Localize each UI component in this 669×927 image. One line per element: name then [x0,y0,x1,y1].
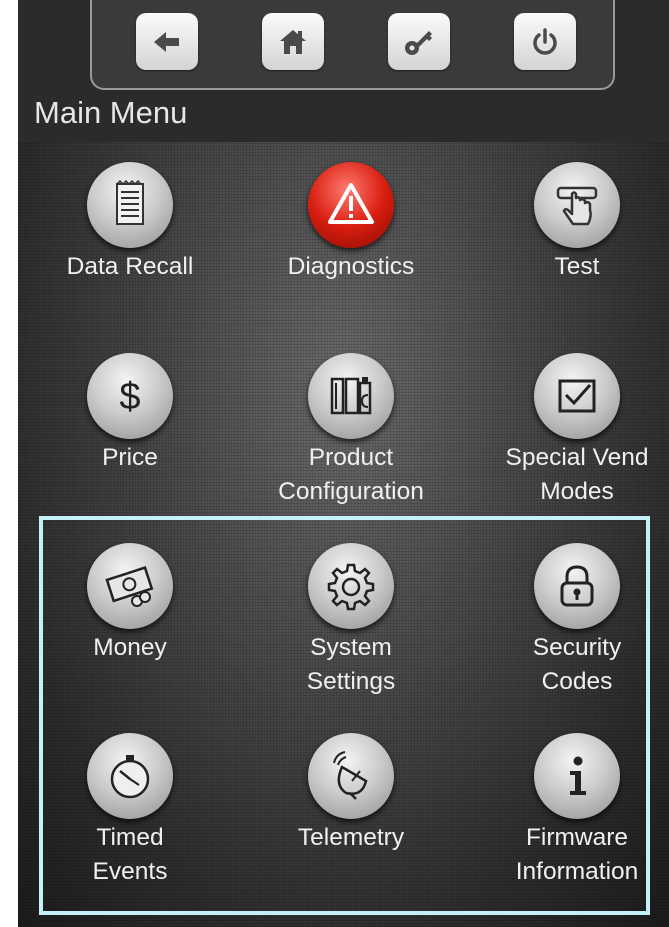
menu-item-label: Special Vend Modes [505,444,649,505]
menu-item-label: Data Recall [66,253,194,280]
menu-item-test[interactable]: Test [467,162,669,284]
hand-press-icon [534,162,620,248]
main-menu-screen: Main Menu Data Recall Diagnostics Test $… [18,0,669,927]
power-button[interactable] [514,13,576,70]
info-icon [534,733,620,819]
notepad-icon [87,162,173,248]
checkbox-icon [534,353,620,439]
gear-icon [308,543,394,629]
home-icon [280,29,306,54]
page-title: Main Menu [34,95,188,130]
satellite-dish-icon [308,733,394,819]
menu-item-data-recall[interactable]: Data Recall [20,162,240,284]
svg-text:$: $ [119,376,140,418]
arrow-left-icon [154,31,179,52]
home-button[interactable] [262,13,324,70]
menu-item-label: Telemetry [297,824,405,851]
menu-item-label: Firmware Information [515,824,639,885]
menu-item-label: Money [93,634,167,661]
header-bar: Main Menu [18,0,669,142]
menu-item-special-vend-modes[interactable]: Special Vend Modes [467,353,669,509]
menu-item-label: Security Codes [532,634,622,695]
dollar-icon: $ [87,353,173,439]
back-button[interactable] [136,13,198,70]
menu-item-label: System Settings [306,634,396,695]
padlock-icon [534,543,620,629]
menu-item-diagnostics[interactable]: Diagnostics [241,162,461,284]
menu-item-money[interactable]: Money [20,543,240,665]
menu-item-price[interactable]: $ Price [20,353,240,475]
menu-item-timed-events[interactable]: Timed Events [20,733,240,889]
menu-item-label: Price [102,444,158,471]
menu-item-label: Diagnostics [287,253,415,280]
warning-icon [308,162,394,248]
menu-item-system-settings[interactable]: System Settings [241,543,461,699]
menu-item-security-codes[interactable]: Security Codes [467,543,669,699]
menu-item-product-configuration[interactable]: Product Configuration [241,353,461,509]
menu-item-label: Timed Events [92,824,168,885]
stopwatch-icon [87,733,173,819]
menu-item-label: Test [554,253,600,280]
menu-item-telemetry[interactable]: Telemetry [241,733,461,855]
navigation-bar [90,0,615,90]
money-icon [87,543,173,629]
key-icon [405,30,432,55]
products-icon [308,353,394,439]
menu-item-firmware-information[interactable]: Firmware Information [467,733,669,889]
power-icon [533,27,557,55]
key-button[interactable] [388,13,450,70]
menu-item-label: Product Configuration [278,444,424,505]
